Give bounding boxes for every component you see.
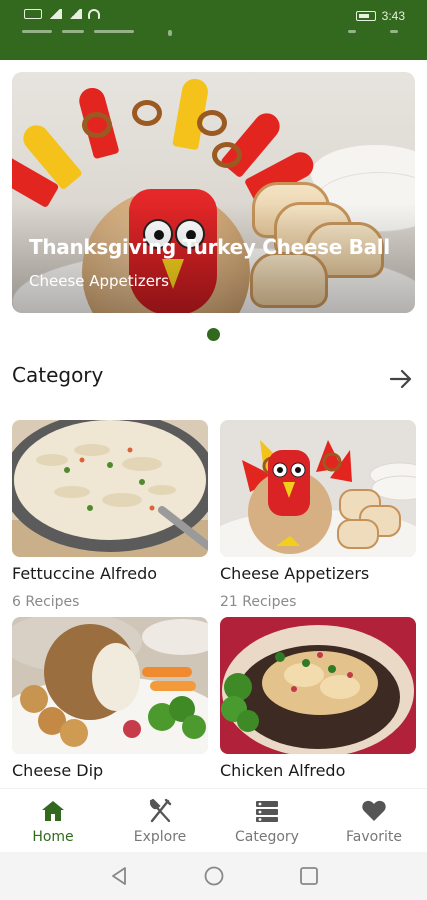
nav-label: Home — [32, 829, 74, 845]
signal-icon — [48, 9, 62, 19]
category-title: Cheese Appetizers — [220, 564, 370, 583]
nav-item-category[interactable]: Category — [214, 789, 320, 853]
carousel-indicator[interactable] — [207, 328, 220, 341]
category-image — [220, 617, 416, 754]
category-title: Cheese Dip — [12, 761, 104, 780]
signal-icon — [68, 9, 82, 19]
category-icon — [256, 801, 278, 822]
category-image — [220, 420, 416, 557]
status-icons-right: 3:43 — [355, 9, 405, 23]
hero-title: Thanksgiving Turkey Cheese Ball — [29, 235, 390, 259]
fork-knife-icon — [149, 799, 172, 823]
nav-label: Favorite — [346, 829, 402, 845]
home-circle-icon[interactable] — [203, 865, 225, 887]
heart-icon — [362, 800, 386, 821]
battery-icon — [355, 11, 376, 21]
recipe-count: 21 Recipes — [220, 594, 297, 610]
category-title: Fettuccine Alfredo — [12, 564, 158, 583]
section-title: Category — [12, 363, 104, 387]
status-bar: 3:43 — [0, 0, 427, 60]
system-navigation-bar — [0, 852, 427, 900]
category-card-cheese-dip[interactable]: Cheese Dip — [12, 617, 208, 807]
category-image — [12, 617, 208, 754]
recipe-count: 6 Recipes — [12, 594, 80, 610]
arrow-right-icon[interactable] — [386, 364, 416, 394]
category-card-fettuccine-alfredo[interactable]: Fettuccine Alfredo 6 Recipes — [12, 420, 208, 610]
nav-label: Category — [235, 829, 299, 845]
category-title: Chicken Alfredo — [220, 761, 346, 780]
status-icons-left — [24, 9, 100, 19]
back-icon[interactable] — [108, 865, 130, 887]
hd-icon — [24, 9, 42, 19]
nav-item-home[interactable]: Home — [0, 789, 106, 853]
category-card-chicken-alfredo[interactable]: Chicken Alfredo — [220, 617, 416, 807]
nav-label: Explore — [133, 829, 187, 845]
home-icon — [42, 801, 64, 821]
bottom-navigation: Home Explore Category Favorite — [0, 788, 427, 852]
status-time: 3:43 — [381, 9, 405, 23]
hero-subtitle: Cheese Appetizers — [29, 272, 169, 290]
wifi-icon — [88, 9, 100, 19]
recents-icon[interactable] — [298, 865, 320, 887]
category-image — [12, 420, 208, 557]
nav-item-explore[interactable]: Explore — [107, 789, 213, 853]
status-bar-artifacts — [22, 30, 402, 36]
nav-item-favorite[interactable]: Favorite — [321, 789, 427, 853]
hero-banner[interactable]: Thanksgiving Turkey Cheese Ball Cheese A… — [12, 72, 415, 313]
category-card-cheese-appetizers[interactable]: Cheese Appetizers 21 Recipes — [220, 420, 416, 610]
